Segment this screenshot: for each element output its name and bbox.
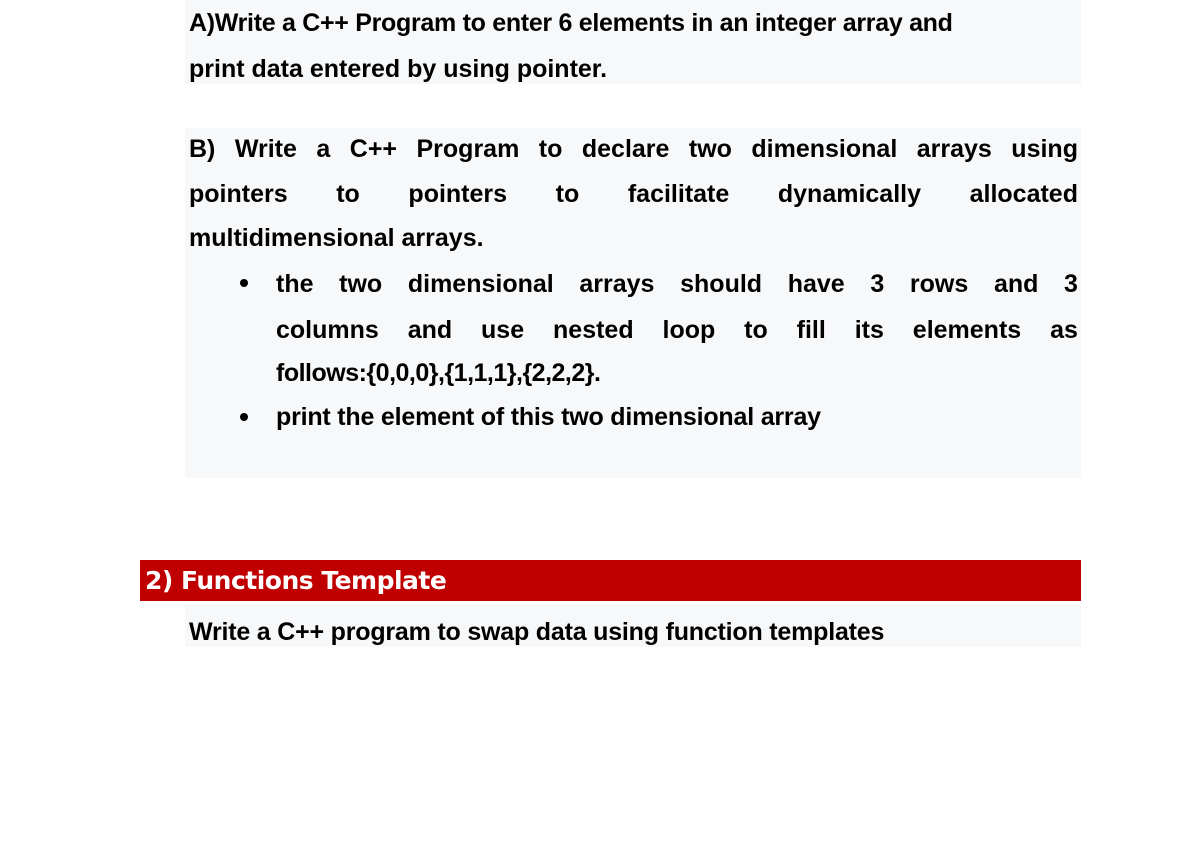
word: dimensional bbox=[407, 270, 554, 298]
word: have bbox=[787, 270, 845, 298]
word: as bbox=[1050, 316, 1078, 344]
word: arrays bbox=[916, 135, 992, 163]
word: the bbox=[276, 270, 314, 298]
bullet-1-line-3: follows:{0,0,0},{1,1,1},{2,2,2}. bbox=[276, 359, 601, 387]
word: dynamically bbox=[777, 180, 922, 208]
word: declare bbox=[581, 135, 670, 163]
word: to bbox=[538, 135, 563, 163]
word: using bbox=[1011, 135, 1078, 163]
word: and bbox=[993, 270, 1039, 298]
word: to bbox=[555, 180, 580, 208]
part-b-line-2: pointers to pointers to facilitate dynam… bbox=[189, 180, 1078, 209]
word: and bbox=[407, 316, 453, 344]
word: pointers bbox=[408, 180, 508, 208]
word: 3 bbox=[1064, 270, 1078, 298]
word: to bbox=[744, 316, 768, 344]
word: Write bbox=[234, 135, 297, 163]
word: dimensional bbox=[751, 135, 898, 163]
word: B) bbox=[189, 135, 216, 163]
word: columns bbox=[276, 316, 379, 344]
word: rows bbox=[909, 270, 969, 298]
word: arrays bbox=[579, 270, 655, 298]
word: use bbox=[481, 316, 525, 344]
word: two bbox=[339, 270, 383, 298]
word: elements bbox=[912, 316, 1022, 344]
word: pointers bbox=[189, 180, 288, 208]
part-b-line-3: multidimensional arrays. bbox=[189, 224, 484, 252]
word: should bbox=[680, 270, 763, 298]
bullet-icon bbox=[240, 279, 248, 287]
word: C++ bbox=[349, 135, 398, 163]
part-b-line-1: B) Write a C++ Program to declare two di… bbox=[189, 135, 1078, 164]
word: facilitate bbox=[627, 180, 730, 208]
bullet-1-line-1: the two dimensional arrays should have 3… bbox=[276, 270, 1078, 299]
bullet-icon bbox=[240, 413, 248, 421]
section-2-body: Write a C++ program to swap data using f… bbox=[189, 618, 885, 646]
word: its bbox=[854, 316, 884, 344]
word: 3 bbox=[870, 270, 885, 298]
part-a-line-1: A)Write a C++ Program to enter 6 element… bbox=[189, 9, 953, 37]
word: two bbox=[688, 135, 732, 163]
word: loop bbox=[662, 316, 716, 344]
section-heading: 2) Functions Template bbox=[145, 566, 447, 595]
word: to bbox=[336, 180, 360, 208]
word: Program bbox=[416, 135, 520, 163]
word: a bbox=[316, 135, 331, 163]
bullet-1-line-2: columns and use nested loop to fill its … bbox=[276, 316, 1078, 345]
bullet-2-line-1: print the element of this two dimensiona… bbox=[276, 403, 821, 431]
word: nested bbox=[553, 316, 634, 344]
word: fill bbox=[796, 316, 826, 344]
section-heading-bar: 2) Functions Template bbox=[140, 560, 1081, 601]
part-a-line-2: print data entered by using pointer. bbox=[189, 55, 608, 83]
word: allocated bbox=[969, 180, 1078, 208]
